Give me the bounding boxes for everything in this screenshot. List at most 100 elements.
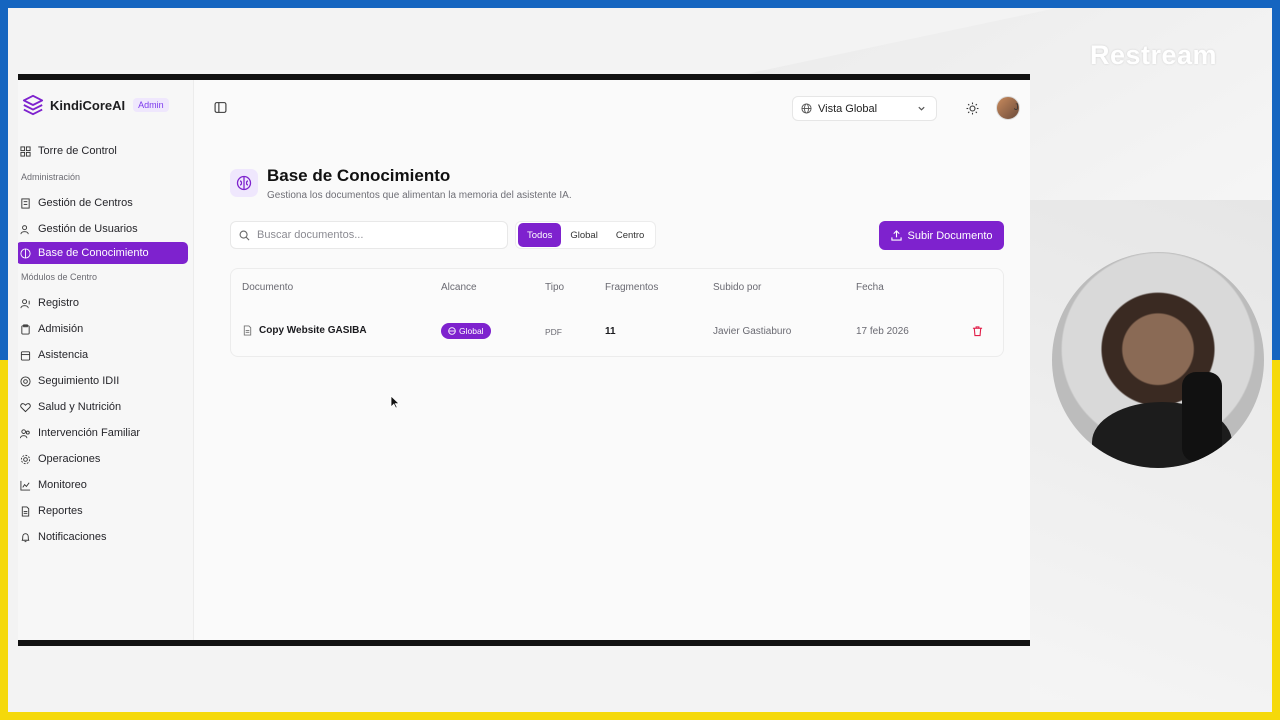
bell-icon: [21, 532, 30, 542]
webcam-overlay: [1052, 252, 1264, 468]
sidebar-item-label: Reportes: [38, 505, 83, 517]
column-header-fragments[interactable]: Fragmentos: [605, 282, 658, 293]
page-subtitle: Gestiona los documentos que alimentan la…: [267, 190, 572, 201]
stream-frame-right-yellow: [1272, 360, 1280, 720]
document-date: 17 feb 2026: [856, 326, 909, 337]
sidebar-item-label: Gestión de Usuarios: [38, 223, 138, 235]
clipboard-icon: [21, 323, 30, 335]
filter-global[interactable]: Global: [561, 223, 606, 247]
trash-icon[interactable]: [972, 325, 983, 337]
stream-frame-left-yellow: [0, 360, 8, 720]
search-icon: [239, 230, 250, 240]
sidebar-item-gestion-de-usuarios[interactable]: Gestión de Usuarios: [18, 216, 188, 242]
sidebar-item-label: Monitoreo: [38, 479, 87, 491]
dashboard-icon: [20, 145, 31, 157]
sidebar-item-base-de-conocimiento[interactable]: Base de Conocimiento: [18, 242, 188, 264]
sidebar-item-label: Torre de Control: [38, 145, 117, 157]
sidebar-item-operaciones[interactable]: Operaciones: [18, 446, 188, 472]
scope-badge: Global: [441, 323, 491, 339]
filter-centro[interactable]: Centro: [607, 223, 654, 247]
sidebar-item-label: Notificaciones: [38, 531, 107, 543]
scope-select[interactable]: Vista Global: [792, 96, 937, 121]
brain-icon: [230, 169, 258, 197]
sidebar-item-label: Admisión: [38, 323, 84, 335]
sidebar-item-label: Seguimiento IDII: [38, 375, 120, 387]
target-icon: [20, 375, 31, 387]
restream-watermark: Restream: [1090, 40, 1218, 70]
sidebar-item-torre-de-control[interactable]: Torre de Control: [18, 138, 188, 164]
sidebar-item-label: Base de Conocimiento: [38, 247, 149, 259]
file-icon: [21, 505, 30, 517]
sidebar-item-label: Operaciones: [38, 453, 101, 465]
documents-table: Documento Alcance Tipo Fragmentos Subido…: [230, 268, 1004, 357]
column-header-scope[interactable]: Alcance: [441, 282, 477, 293]
microphone-icon: [1182, 372, 1222, 462]
sidebar-item-label: Salud y Nutrición: [38, 401, 122, 413]
sidebar-section-administracion: Administración: [21, 172, 81, 182]
column-header-type[interactable]: Tipo: [545, 282, 564, 293]
sidebar-item-notificaciones[interactable]: Notificaciones: [18, 524, 188, 550]
page-title: Base de Conocimiento: [267, 166, 451, 185]
brand-name: KindiCoreAI: [50, 97, 126, 113]
document-type: PDF: [545, 327, 562, 337]
sidebar-item-label: Intervención Familiar: [38, 427, 141, 439]
sidebar-item-admision[interactable]: Admisión: [18, 316, 188, 342]
document-name-cell[interactable]: Copy Website GASIBA: [242, 325, 367, 336]
search-box[interactable]: [230, 221, 508, 249]
heart-icon: [20, 402, 31, 412]
sidebar-item-monitoreo[interactable]: Monitoreo: [18, 472, 188, 498]
main-content: Vista Global J Base de Conocimiento Gest…: [194, 80, 1030, 640]
sidebar-item-asistencia[interactable]: Asistencia: [18, 342, 188, 368]
sidebar-item-label: Asistencia: [38, 349, 89, 361]
column-header-date[interactable]: Fecha: [856, 282, 884, 293]
stream-frame-left-blue: [0, 0, 8, 360]
sidebar-section-modulos: Módulos de Centro: [21, 272, 98, 282]
chevron-down-icon: [918, 106, 925, 111]
user-plus-icon: [20, 298, 30, 308]
app-window: KindiCoreAI Admin Torre de Control Admin…: [18, 74, 1030, 646]
sidebar-item-reportes[interactable]: Reportes: [18, 498, 188, 524]
upload-document-button[interactable]: Subir Documento: [879, 221, 1004, 250]
document-name: Copy Website GASIBA: [259, 325, 367, 336]
globe-icon: [801, 103, 812, 114]
scope-select-value: Vista Global: [818, 102, 878, 115]
globe-icon: [448, 327, 456, 335]
stream-frame-right-blue: [1272, 0, 1280, 360]
sidebar-item-seguimiento-idii[interactable]: Seguimiento IDII: [18, 368, 188, 394]
family-icon: [20, 428, 30, 438]
sidebar-item-label: Registro: [38, 297, 79, 309]
brand[interactable]: KindiCoreAI Admin: [22, 94, 169, 116]
chart-icon: [20, 480, 31, 491]
stream-frame-top: [0, 0, 1280, 8]
role-badge: Admin: [133, 98, 169, 112]
filter-todos[interactable]: Todos: [518, 223, 562, 247]
document-uploader: Javier Gastiaburo: [713, 326, 792, 337]
column-header-document[interactable]: Documento: [242, 282, 293, 293]
layers-logo-icon: [22, 94, 44, 116]
sidebar-item-intervencion-familiar[interactable]: Intervención Familiar: [18, 420, 188, 446]
mouse-cursor-icon: [390, 395, 400, 409]
avatar-initial: J: [1014, 102, 1019, 112]
sidebar-item-registro[interactable]: Registro: [18, 290, 188, 316]
sidebar-item-gestion-de-centros[interactable]: Gestión de Centros: [18, 190, 188, 216]
sidebar-nav: Torre de Control Administración Gestión …: [18, 138, 194, 550]
sidebar-item-salud-y-nutricion[interactable]: Salud y Nutrición: [18, 394, 188, 420]
column-header-uploaded-by[interactable]: Subido por: [713, 282, 761, 293]
sidebar-item-label: Gestión de Centros: [38, 197, 133, 209]
sidebar-toggle-icon[interactable]: [214, 101, 227, 114]
scope-badge-label: Global: [459, 326, 484, 336]
upload-document-label: Subir Documento: [907, 229, 993, 242]
gear-icon: [20, 454, 31, 464]
sun-icon[interactable]: [966, 102, 979, 115]
users-icon: [20, 224, 29, 234]
sidebar: KindiCoreAI Admin Torre de Control Admin…: [18, 80, 194, 640]
file-icon: [243, 325, 252, 336]
upload-icon: [890, 230, 902, 241]
stream-frame-bottom: [0, 712, 1280, 720]
search-input[interactable]: [257, 229, 497, 241]
calendar-icon: [20, 350, 31, 361]
building-icon: [21, 197, 30, 209]
scope-filter-group: Todos Global Centro: [515, 221, 657, 249]
document-fragments: 11: [605, 326, 616, 337]
brain-icon: [20, 247, 31, 259]
